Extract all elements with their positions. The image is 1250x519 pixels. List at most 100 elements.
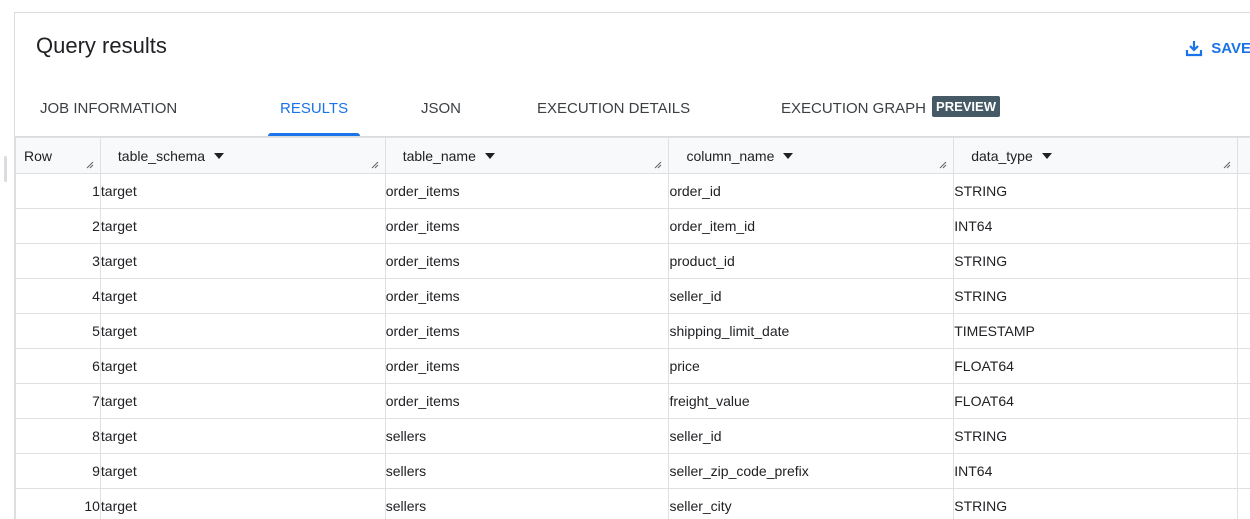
row-number-cell: 9 — [15, 453, 101, 489]
row-spacer — [1236, 278, 1250, 314]
row-number-cell: 1 — [15, 173, 101, 209]
tab-label: EXECUTION GRAPH — [781, 100, 927, 117]
tab-results[interactable]: RESULTS — [268, 83, 361, 136]
table-cell[interactable]: sellers — [384, 453, 670, 489]
column-header-label: column_name — [686, 147, 775, 164]
column-header-label: table_name — [402, 147, 476, 164]
table-row[interactable]: 8 target sellers seller_id STRING — [15, 418, 1250, 454]
table-cell[interactable]: seller_zip_code_prefix — [668, 453, 955, 489]
table-cell[interactable]: price — [668, 348, 955, 384]
resize-grip-icon[interactable] — [86, 161, 94, 169]
table-cell[interactable]: order_item_id — [668, 208, 955, 244]
row-number-cell: 3 — [15, 243, 101, 279]
table-cell[interactable]: TIMESTAMP — [953, 313, 1238, 349]
table-row[interactable]: 6 target order_items price FLOAT64 — [15, 348, 1250, 384]
table-cell[interactable]: seller_id — [668, 278, 955, 314]
table-cell[interactable]: order_items — [384, 243, 670, 279]
table-cell[interactable]: sellers — [384, 488, 670, 519]
table-cell[interactable]: target — [99, 453, 386, 489]
table-cell[interactable]: INT64 — [953, 208, 1238, 244]
table-row[interactable]: 9 target sellers seller_zip_code_prefix INT6… — [15, 453, 1250, 489]
column-header-row: Row — [15, 137, 101, 174]
table-row[interactable]: 7 target order_items freight_value FLOAT64 — [15, 383, 1250, 419]
sort-desc-icon[interactable] — [484, 152, 495, 159]
results-table-body: 1 target order_items order_id STRING 2 target o… — [15, 173, 1250, 519]
table-header-row: Row table_schema table_name column_name — [15, 137, 1250, 174]
table-row[interactable]: 5 target order_items shipping_limit_date TIM… — [15, 313, 1250, 349]
table-cell[interactable]: order_items — [384, 173, 670, 209]
table-cell[interactable]: target — [99, 208, 386, 244]
table-cell[interactable]: order_id — [668, 173, 955, 209]
column-header-data-type[interactable]: data_type — [953, 137, 1238, 174]
table-cell[interactable]: FLOAT64 — [953, 348, 1238, 384]
row-number-cell: 4 — [15, 278, 101, 314]
row-spacer — [1236, 348, 1250, 384]
column-header-column-name[interactable]: column_name — [668, 137, 955, 174]
table-row[interactable]: 4 target order_items seller_id STRING — [15, 278, 1250, 314]
row-number-cell: 7 — [15, 383, 101, 419]
table-cell[interactable]: shipping_limit_date — [668, 313, 955, 349]
table-cell[interactable]: STRING — [953, 243, 1238, 279]
table-cell[interactable]: STRING — [953, 418, 1238, 454]
results-table: Row table_schema table_name column_name — [15, 137, 1250, 519]
table-cell[interactable]: target — [99, 243, 386, 279]
table-cell[interactable]: target — [99, 488, 386, 519]
table-cell[interactable]: seller_city — [668, 488, 955, 519]
table-cell[interactable]: target — [99, 173, 386, 209]
sort-desc-icon[interactable] — [783, 152, 794, 159]
save-button-label: SAVE — [1211, 39, 1250, 57]
query-results-panel: Query results SAVE JOB INFORMATION RESUL… — [14, 12, 1250, 519]
save-results-button[interactable]: SAVE — [1185, 39, 1250, 57]
table-cell[interactable]: target — [99, 418, 386, 454]
sort-desc-icon[interactable] — [214, 152, 225, 159]
resize-grip-icon[interactable] — [654, 161, 662, 169]
row-number-cell: 8 — [15, 418, 101, 454]
row-number-cell: 6 — [15, 348, 101, 384]
table-cell[interactable]: order_items — [384, 208, 670, 244]
table-cell[interactable]: INT64 — [953, 453, 1238, 489]
page-title: Query results — [36, 33, 167, 58]
table-cell[interactable]: STRING — [953, 488, 1238, 519]
table-cell[interactable]: order_items — [384, 348, 670, 384]
table-cell[interactable]: product_id — [668, 243, 955, 279]
tab-job-information[interactable]: JOB INFORMATION — [40, 83, 177, 134]
column-header-label: data_type — [971, 147, 1033, 164]
active-tab-indicator — [268, 133, 361, 136]
row-number-cell: 5 — [15, 313, 101, 349]
table-cell[interactable]: freight_value — [668, 383, 955, 419]
table-cell[interactable]: sellers — [384, 418, 670, 454]
tab-execution-graph[interactable]: EXECUTION GRAPH PREVIEW — [781, 83, 1000, 134]
table-cell[interactable]: target — [99, 348, 386, 384]
table-cell[interactable]: STRING — [953, 278, 1238, 314]
table-cell[interactable]: target — [99, 278, 386, 314]
resize-grip-icon[interactable] — [939, 161, 947, 169]
column-header-table-name[interactable]: table_name — [384, 137, 670, 174]
tab-json[interactable]: JSON — [421, 83, 461, 134]
results-tabs: JOB INFORMATION RESULTS JSON EXECUTION D… — [15, 83, 1250, 137]
column-header-table-schema[interactable]: table_schema — [99, 137, 386, 174]
table-cell[interactable]: target — [99, 383, 386, 419]
resize-grip-icon[interactable] — [1223, 161, 1231, 169]
resize-grip-icon[interactable] — [371, 161, 379, 169]
column-header-label: Row — [24, 147, 53, 164]
table-cell[interactable]: STRING — [953, 173, 1238, 209]
tab-execution-details[interactable]: EXECUTION DETAILS — [537, 83, 690, 134]
table-cell[interactable]: order_items — [384, 313, 670, 349]
table-row[interactable]: 10 target sellers seller_city STRING — [15, 488, 1250, 519]
sort-desc-icon[interactable] — [1041, 152, 1052, 159]
panel-resize-handle[interactable] — [4, 156, 7, 182]
table-cell[interactable]: seller_id — [668, 418, 955, 454]
table-row[interactable]: 1 target order_items order_id STRING — [15, 173, 1250, 209]
row-spacer — [1236, 243, 1250, 279]
table-cell[interactable]: order_items — [384, 278, 670, 314]
row-spacer — [1236, 313, 1250, 349]
tab-label: JSON — [421, 100, 462, 117]
table-cell[interactable]: FLOAT64 — [953, 383, 1238, 419]
table-cell[interactable]: target — [99, 313, 386, 349]
query-results-window: Query results SAVE JOB INFORMATION RESUL… — [0, 0, 1250, 519]
table-cell[interactable]: order_items — [384, 383, 670, 419]
preview-badge: PREVIEW — [932, 96, 1000, 117]
row-number-cell: 10 — [15, 488, 101, 519]
table-row[interactable]: 2 target order_items order_item_id INT64 — [15, 208, 1250, 244]
table-row[interactable]: 3 target order_items product_id STRING — [15, 243, 1250, 279]
